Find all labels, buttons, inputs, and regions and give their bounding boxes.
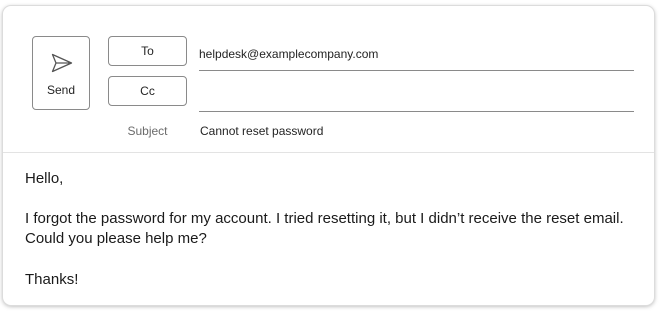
compose-header: Send To Cc helpdesk@examplecompany.com S… [3, 6, 654, 153]
cc-button[interactable]: Cc [108, 76, 187, 106]
body-greeting: Hello, [25, 170, 64, 187]
to-field[interactable]: helpdesk@examplecompany.com [199, 43, 634, 71]
subject-field[interactable]: Cannot reset password [200, 124, 323, 138]
subject-label: Subject [127, 124, 168, 138]
cc-field[interactable] [199, 84, 634, 112]
message-body[interactable]: Hello, I forgot the password for my acco… [25, 169, 625, 290]
body-closing: Thanks! [25, 271, 79, 288]
body-paragraph: I forgot the password for my account. I … [25, 210, 624, 247]
compose-window: Send To Cc helpdesk@examplecompany.com S… [3, 6, 654, 305]
send-icon [51, 53, 73, 73]
send-button[interactable]: Send [32, 36, 90, 110]
send-label: Send [46, 83, 76, 97]
to-button[interactable]: To [108, 36, 187, 66]
